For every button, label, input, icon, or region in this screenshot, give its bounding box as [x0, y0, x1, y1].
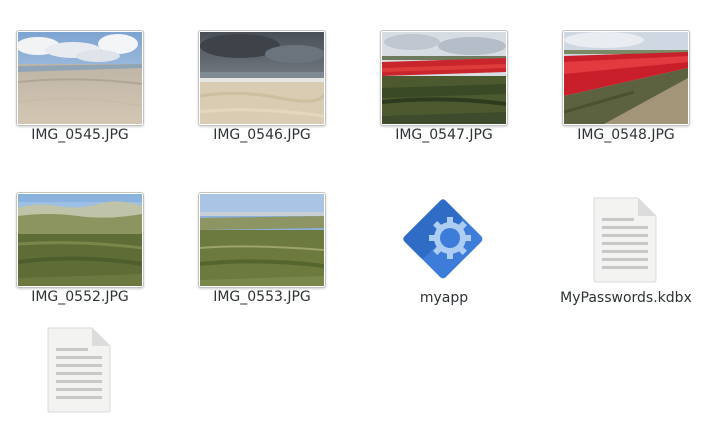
beach-photo-icon — [18, 32, 142, 124]
dunes-photo-icon — [18, 194, 142, 286]
text-document-icon — [47, 327, 111, 413]
image-thumbnail — [16, 30, 144, 126]
file-item-img-0547[interactable]: IMG_0547.JPG — [364, 0, 524, 150]
image-thumbnail — [198, 192, 326, 288]
image-thumbnail — [562, 30, 690, 126]
file-name: myapp — [419, 290, 469, 306]
file-name: MyPasswords.kdbx — [560, 290, 692, 306]
file-item-myapp[interactable]: myapp — [364, 162, 524, 312]
stormy-beach-photo-icon — [200, 32, 324, 124]
file-name: IMG_0545.JPG — [31, 127, 129, 143]
file-name: IMG_0548.JPG — [577, 127, 675, 143]
text-document-icon — [593, 197, 657, 283]
image-thumbnail — [198, 30, 326, 126]
file-item-img-0552[interactable]: IMG_0552.JPG — [0, 162, 160, 312]
blue-gear-diamond-icon — [403, 199, 483, 279]
file-name: IMG_0553.JPG — [213, 289, 311, 305]
file-item-document[interactable] — [0, 296, 160, 446]
file-grid: IMG_0545.JPG IMG_0546.JPG IMG_0547.JPG I… — [0, 0, 709, 423]
file-item-img-0548[interactable]: IMG_0548.JPG — [546, 0, 706, 150]
heath-photo-icon — [200, 194, 324, 286]
file-name: IMG_0546.JPG — [213, 127, 311, 143]
image-thumbnail — [380, 30, 508, 126]
tulip-field-photo-icon — [564, 32, 688, 124]
file-item-mypasswords-kdbx[interactable]: MyPasswords.kdbx — [546, 162, 706, 312]
file-item-img-0553[interactable]: IMG_0553.JPG — [182, 162, 342, 312]
file-item-img-0546[interactable]: IMG_0546.JPG — [182, 0, 342, 150]
file-item-img-0545[interactable]: IMG_0545.JPG — [0, 0, 160, 150]
tulip-field-photo-icon — [382, 32, 506, 124]
file-name: IMG_0547.JPG — [395, 127, 493, 143]
image-thumbnail — [16, 192, 144, 288]
